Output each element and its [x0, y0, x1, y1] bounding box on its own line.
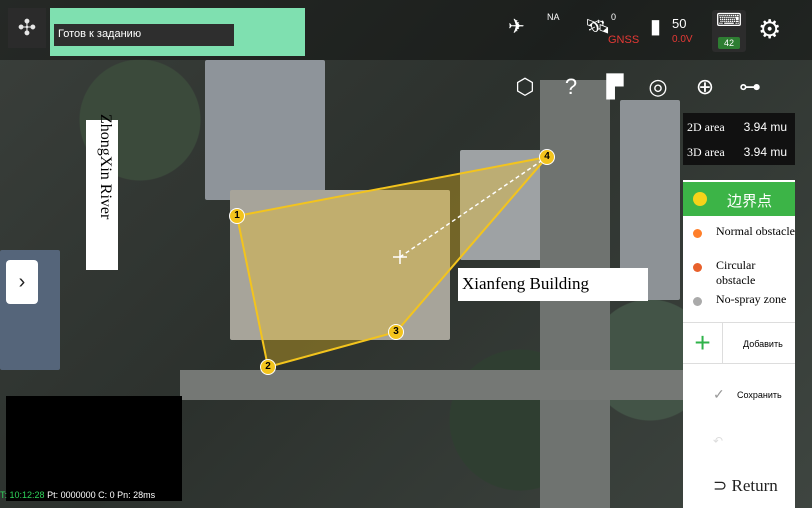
field-planning-screen: 1 4 3 2 ZhongXin River Xianfeng Building…: [0, 0, 812, 508]
rc-battery-level: 42: [718, 37, 740, 49]
return-label: Return: [731, 476, 778, 495]
area-2d-label: 2D area: [687, 120, 725, 134]
gnss-label: GNSS: [608, 34, 640, 46]
camera-feed[interactable]: [6, 396, 182, 501]
battery-voltage: 0.0V: [672, 34, 693, 45]
add-button[interactable]: Добавить: [743, 339, 783, 349]
boundary-point-2[interactable]: 2: [260, 359, 276, 375]
telemetry-bar: T: 10:12:28 Pt: 0000000 C: 0 Pn: 28ms: [0, 490, 220, 504]
river-label: ZhongXin River: [86, 114, 118, 270]
drone-link-icon[interactable]: ✈: [508, 14, 525, 39]
add-point-row[interactable]: + Добавить: [683, 322, 795, 364]
target-crosshair-icon[interactable]: ⊕: [690, 72, 720, 102]
battery-icon[interactable]: ▮: [650, 14, 661, 39]
option-label: No-spray zone: [716, 292, 787, 306]
satellite-icon[interactable]: 🛰: [585, 14, 610, 39]
return-button[interactable]: ⊃ Return: [713, 476, 778, 496]
mode-label: 边界点: [727, 193, 773, 210]
remote-controller-icon[interactable]: ⌨ 42: [712, 10, 746, 52]
area-panel: 2D area 3.94 mu 3D area 3.94 mu: [683, 113, 795, 165]
chevron-right-icon: ›: [18, 271, 26, 293]
status-panel[interactable]: Готов к заданию: [50, 8, 305, 56]
telemetry-rest: Pt: 0000000 C: 0 Pn: 28ms: [47, 490, 156, 500]
save-button[interactable]: Сохранить: [737, 390, 782, 400]
area-3d-row: 3D area 3.94 mu: [685, 140, 793, 164]
drone-menu-icon[interactable]: ✣: [8, 8, 46, 48]
option-no-spray-zone[interactable]: No-spray zone: [683, 284, 795, 318]
area-3d-label: 3D area: [687, 145, 725, 159]
option-label: Normal obstacle: [716, 224, 795, 238]
plus-icon[interactable]: +: [683, 323, 723, 363]
telemetry-time: T: 10:12:28: [0, 490, 45, 500]
option-circular-obstacle[interactable]: Circular obstacle: [683, 250, 795, 287]
undo-icon[interactable]: ↶: [713, 434, 723, 448]
river-label-text: ZhongXin River: [97, 114, 114, 220]
no-spray-dot-icon: [693, 297, 702, 306]
settings-gear-icon[interactable]: ⚙: [758, 14, 781, 45]
locate-aircraft-icon[interactable]: ◎: [643, 72, 673, 102]
normal-obstacle-dot-icon: [693, 229, 702, 238]
area-2d-row: 2D area 3.94 mu: [685, 115, 793, 139]
area-2d-value: 3.94 mu: [743, 120, 787, 134]
expand-panel-button[interactable]: ›: [6, 260, 38, 304]
check-icon: ✓: [713, 386, 725, 402]
point-type-panel: 边界点 Normal obstacle Circular obstacle No…: [683, 180, 795, 508]
help-icon[interactable]: ?: [556, 72, 586, 102]
add-point-icon[interactable]: ⬡: [510, 72, 540, 102]
boundary-point-1[interactable]: 1: [229, 208, 245, 224]
mode-boundary-point[interactable]: 边界点: [683, 182, 795, 216]
boundary-dot-icon: [693, 192, 707, 206]
ruler-icon[interactable]: ⊶: [735, 72, 765, 102]
status-text: Готов к заданию: [54, 24, 234, 46]
boundary-point-3[interactable]: 3: [388, 324, 404, 340]
building-label: Xianfeng Building: [458, 268, 648, 301]
option-normal-obstacle[interactable]: Normal obstacle: [683, 216, 795, 250]
circular-obstacle-dot-icon: [693, 263, 702, 272]
battery-percent: 50: [672, 16, 687, 31]
map-layer-icon[interactable]: ▛: [600, 72, 630, 102]
gnss-count: 0: [611, 12, 617, 22]
link-label: NA: [547, 12, 560, 22]
return-icon: ⊃: [713, 476, 732, 495]
boundary-point-4[interactable]: 4: [539, 149, 555, 165]
area-3d-value: 3.94 mu: [743, 145, 787, 159]
